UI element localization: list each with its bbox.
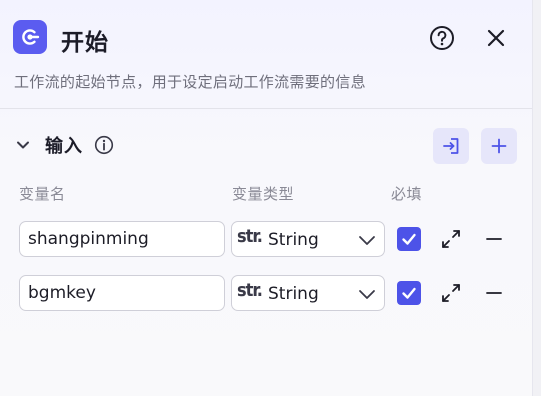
- expand-icon: [442, 284, 460, 302]
- plus-icon: [491, 138, 507, 154]
- variable-row: str. String: [0, 275, 532, 311]
- expand-icon: [442, 230, 460, 248]
- required-checkbox[interactable]: [397, 281, 421, 305]
- column-header-name: 变量名: [19, 185, 66, 203]
- start-node-panel: 开始 工作流的起始节点，用于设定启动工作流需要的信息 输入 变量名 变量类型 必…: [0, 0, 532, 396]
- check-icon: [402, 287, 416, 299]
- variable-name-input[interactable]: [19, 221, 225, 257]
- header-divider: [0, 108, 532, 109]
- remove-variable-button[interactable]: [483, 228, 505, 250]
- expand-button[interactable]: [440, 282, 462, 304]
- panel-scroll-edge: [532, 0, 541, 396]
- panel-title: 开始: [61, 30, 109, 56]
- minus-icon: [486, 238, 502, 240]
- remove-variable-button[interactable]: [483, 282, 505, 304]
- check-icon: [402, 233, 416, 245]
- variable-type-select[interactable]: str. String: [231, 275, 385, 311]
- input-section-title: 输入: [45, 136, 83, 157]
- variable-row: str. String: [0, 221, 532, 257]
- section-collapse-toggle[interactable]: [14, 136, 32, 154]
- variable-name-input[interactable]: [19, 275, 225, 311]
- import-variables-button[interactable]: [433, 128, 469, 164]
- add-variable-button[interactable]: [481, 128, 517, 164]
- type-prefix-label: str.: [237, 226, 263, 247]
- panel-description: 工作流的起始节点，用于设定启动工作流需要的信息: [14, 73, 366, 91]
- help-circle-icon: [430, 26, 454, 50]
- close-icon: [487, 29, 505, 47]
- variable-type-select[interactable]: str. String: [231, 221, 385, 257]
- chevron-down-icon: [17, 141, 29, 149]
- column-header-type: 变量类型: [232, 185, 295, 203]
- help-button[interactable]: [428, 24, 456, 52]
- minus-icon: [486, 292, 502, 294]
- type-value: String: [268, 230, 319, 250]
- start-node-icon: [13, 20, 47, 54]
- chevron-down-icon: [359, 236, 375, 245]
- info-icon[interactable]: [94, 135, 114, 155]
- type-value: String: [268, 284, 319, 304]
- panel-header: 开始 工作流的起始节点，用于设定启动工作流需要的信息: [0, 0, 532, 110]
- expand-button[interactable]: [440, 228, 462, 250]
- required-checkbox[interactable]: [397, 227, 421, 251]
- chevron-down-icon: [359, 290, 375, 299]
- type-prefix-label: str.: [237, 280, 263, 301]
- import-icon: [443, 138, 459, 154]
- column-header-required: 必填: [391, 185, 423, 203]
- close-button[interactable]: [483, 25, 509, 51]
